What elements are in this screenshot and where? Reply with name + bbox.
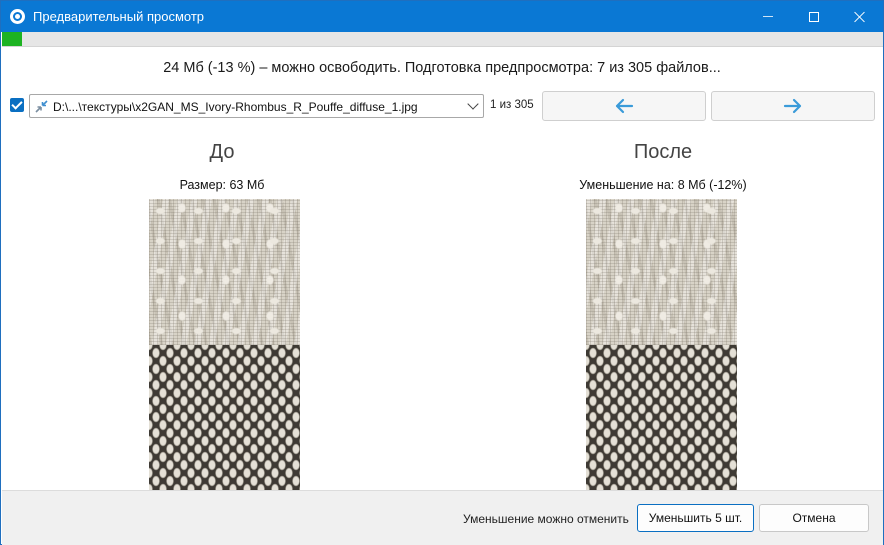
file-path-text: D:\...\текстуры\x2GAN_MS_Ivory-Rhombus_R… (53, 100, 418, 114)
after-heading: После (633, 141, 693, 163)
arrow-right-icon (783, 98, 802, 114)
maximize-icon (809, 11, 819, 22)
undo-note: Уменьшение можно отменить (463, 512, 629, 526)
file-dropdown[interactable]: D:\...\текстуры\x2GAN_MS_Ivory-Rhombus_R… (29, 94, 484, 118)
lace-texture-top (586, 199, 737, 345)
file-checkbox[interactable] (10, 98, 24, 112)
app-logo-icon (10, 9, 25, 24)
close-icon (854, 11, 866, 23)
before-image-preview (149, 199, 300, 491)
rhombus-texture-bottom (149, 345, 300, 491)
minimize-icon (763, 16, 773, 17)
maximize-button[interactable] (791, 1, 837, 32)
progress-fill (2, 32, 23, 46)
preview-window: Предварительный просмотр 24 Мб (-13 %) –… (0, 0, 884, 545)
chevron-down-icon (467, 98, 479, 110)
before-size-info: Размер: 63 Мб (179, 178, 265, 192)
preparation-progress-bar (2, 32, 883, 47)
before-heading: До (209, 141, 235, 163)
previous-file-button[interactable] (542, 91, 706, 121)
rhombus-texture-bottom (586, 345, 737, 491)
arrow-left-icon (615, 98, 634, 114)
apply-reduce-button[interactable]: Уменьшить 5 шт. (637, 504, 754, 532)
compress-arrows-icon (35, 100, 48, 113)
window-title: Предварительный просмотр (33, 9, 205, 24)
savings-summary: 24 Мб (-13 %) – можно освободить. Подгот… (163, 60, 721, 76)
after-reduction-info: Уменьшение на: 8 Мб (-12%) (579, 178, 747, 192)
file-counter: 1 из 305 (490, 99, 534, 111)
after-image-preview (586, 199, 737, 491)
lace-texture-top (149, 199, 300, 345)
next-file-button[interactable] (711, 91, 875, 121)
minimize-button[interactable] (745, 1, 791, 32)
cancel-button[interactable]: Отмена (759, 504, 869, 532)
title-bar[interactable]: Предварительный просмотр (1, 1, 883, 32)
close-button[interactable] (837, 1, 883, 32)
